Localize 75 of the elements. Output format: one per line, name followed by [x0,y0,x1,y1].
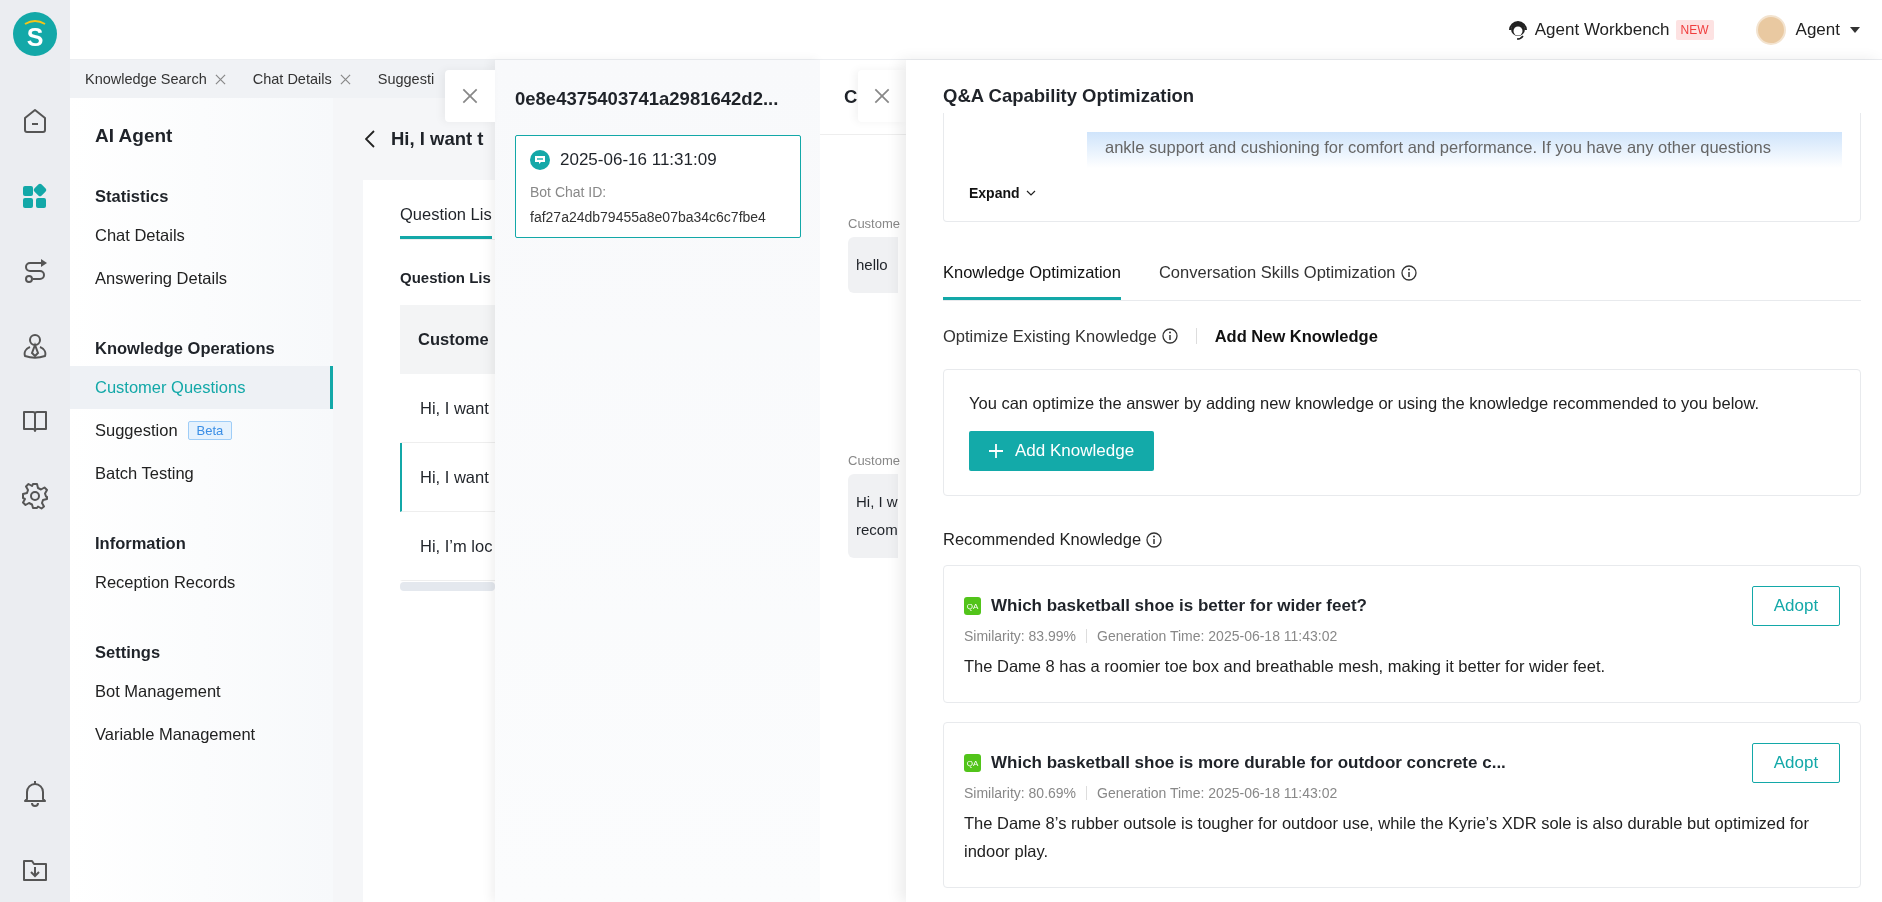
session-card[interactable]: 2025-06-16 11:31:09 Bot Chat ID: faf27a24db79455a8e07ba34c6c7fbe4 [515,135,801,238]
chat-id: faf27a24db79455a8e07ba34c6c7fbe4 [530,209,767,225]
nav-heading: Information [94,533,187,554]
plus-icon [989,444,1003,458]
user-name[interactable]: Agent [1795,19,1840,40]
headset-icon[interactable] [1506,18,1529,41]
expand-button[interactable]: Expand [969,185,1036,201]
workbench-link[interactable]: Agent Workbench [1534,19,1670,40]
page-tab[interactable]: Chat Details [252,71,332,87]
hint-text: You can optimize the answer by adding new knowledge or using the knowledge recommended to you below. [969,394,1761,413]
table-cell: Hi, I want [420,398,489,418]
person-icon[interactable] [21,332,49,360]
nav-item[interactable]: Suggestion [95,421,178,440]
qa-badge: QA [964,597,981,615]
nav-heading: Knowledge Operations [94,338,276,359]
nav-item[interactable]: Bot Management [70,670,333,713]
page-tab[interactable]: Suggesti [377,71,435,87]
chevron-left-icon[interactable] [365,130,375,148]
settings-icon[interactable] [21,482,49,510]
generation-time: Generation Time: 2025-06-18 11:43:02 [1097,785,1338,801]
knowledge-question: Which basketball shoe is more durable for outdoor concrete c... [991,753,1506,773]
message-bubble: hello [848,237,898,293]
section-title: Recommended Knowledge [943,530,1142,549]
close-icon[interactable] [874,88,890,104]
table-cell: Hi, I want [420,467,489,487]
similarity-score: Similarity: 80.69% [964,785,1077,801]
drawer-title: 0e8e4375403741a2981642d2... [515,88,780,110]
logo-arc [24,19,46,25]
nav-heading: Statistics [94,186,170,207]
nav-item[interactable]: Reception Records [70,561,333,604]
chevron-down-icon[interactable] [1025,190,1036,196]
nav-item[interactable]: Variable Management [70,713,333,756]
close-icon[interactable] [339,73,351,85]
info-icon[interactable] [1400,264,1417,281]
close-icon[interactable] [462,88,478,104]
page-tab[interactable]: Knowledge Search [85,71,207,87]
home-icon[interactable] [21,107,49,135]
chat-id-label: Bot Chat ID: [530,184,608,200]
caret-icon[interactable] [1850,26,1860,33]
tab[interactable]: Knowledge Optimization [943,255,1121,300]
nav-heading: Settings [94,642,162,663]
bell-icon[interactable] [21,779,49,807]
drawer-title: Q&A Capability Optimization [943,84,1196,108]
info-icon[interactable] [1161,328,1178,344]
drawer-title: C [844,86,858,107]
qa-badge: QA [964,754,981,772]
tab[interactable]: Conversation Skills Optimization [1158,255,1417,300]
sub-tab[interactable]: Add New Knowledge [1214,326,1378,346]
message-sender: Custome [848,216,902,231]
beta-badge: Beta [187,421,233,440]
knowledge-answer: The Dame 8 has a roomier toe box and breathable mesh, making it better for wider feet. [964,656,1607,677]
knowledge-answer: The Dame 8’s rubber outsole is tougher for outdoor use, while the Kyrie’s XDR sole is also durable but optimized for indoor play. [964,813,1810,862]
column-header: Custome [400,305,495,374]
knowledge-question: Which basketball shoe is better for wider feet? [991,596,1367,616]
chat-bubble-icon [530,150,550,170]
close-icon[interactable] [214,73,226,85]
logo-letter: S [26,25,44,49]
table-cell: Hi, I’m loc [420,536,493,556]
info-icon[interactable] [1146,531,1163,548]
message-sender: Custome [848,453,902,468]
session-time: 2025-06-16 11:31:09 [560,150,717,170]
section-title: Question Lis [400,269,492,286]
scrollbar[interactable] [400,582,495,591]
nav-item[interactable]: Batch Testing [70,452,333,495]
answer-excerpt: ankle support and cushioning for comfort and performance. If you have any other questions [1087,132,1842,168]
nav-title: AI Agent [94,124,174,148]
generation-time: Generation Time: 2025-06-18 11:43:02 [1097,628,1338,644]
page-title: Hi, I want t [391,128,484,150]
nav-item[interactable]: Chat Details [70,214,333,257]
similarity-score: Similarity: 83.99% [964,628,1077,644]
nav-item[interactable]: Answering Details [70,257,333,300]
message-bubble: Hi, I w recom [848,474,898,558]
tab[interactable]: Question Lis [400,205,492,239]
sub-tab[interactable]: Optimize Existing Knowledge [943,326,1178,346]
new-badge: NEW [1675,19,1714,40]
